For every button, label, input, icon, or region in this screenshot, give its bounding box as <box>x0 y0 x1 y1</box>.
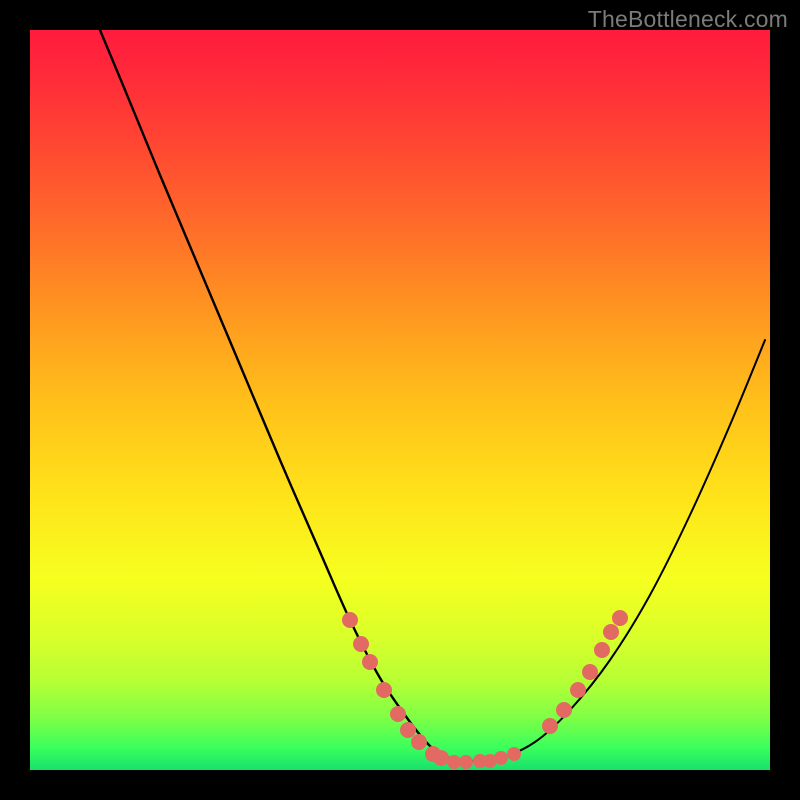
data-dot <box>342 612 358 628</box>
data-dot <box>376 682 392 698</box>
data-dot <box>494 751 508 765</box>
data-dot <box>582 664 598 680</box>
chart-area <box>30 30 770 770</box>
data-dot <box>542 718 558 734</box>
data-dot <box>603 624 619 640</box>
dot-group-right <box>542 610 628 734</box>
left-curve <box>100 30 460 762</box>
watermark-text: TheBottleneck.com <box>588 6 788 33</box>
right-curve <box>460 340 765 762</box>
data-dot <box>447 755 461 769</box>
data-dot <box>570 682 586 698</box>
data-dot <box>594 642 610 658</box>
data-dot <box>556 702 572 718</box>
data-dot <box>362 654 378 670</box>
data-dot <box>507 747 521 761</box>
data-dot <box>400 722 416 738</box>
data-dot <box>411 734 427 750</box>
data-dot <box>390 706 406 722</box>
data-dot <box>612 610 628 626</box>
dot-group-bottom <box>447 747 521 769</box>
chart-svg <box>30 30 770 770</box>
data-dot <box>433 750 449 766</box>
stage: TheBottleneck.com <box>0 0 800 800</box>
data-dot <box>353 636 369 652</box>
data-dot <box>459 755 473 769</box>
